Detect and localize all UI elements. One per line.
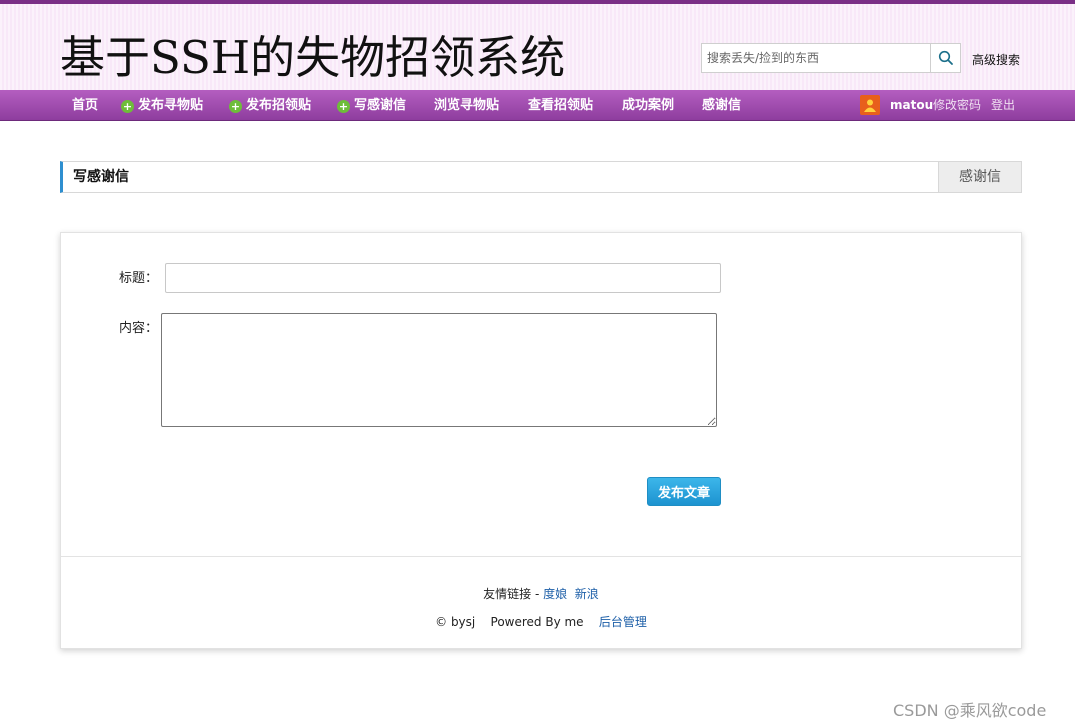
plus-icon: + (121, 100, 134, 113)
nav-thanks-letters[interactable]: 感谢信 (702, 90, 741, 121)
user-name[interactable]: matou (890, 90, 933, 121)
search-button[interactable] (930, 44, 960, 72)
nav-post-found[interactable]: + 发布招领贴 (229, 90, 311, 121)
logout-link[interactable]: 登出 (991, 90, 1015, 121)
nav-write-thanks[interactable]: + 写感谢信 (337, 90, 406, 121)
title-label: 标题： (119, 271, 159, 286)
nav-home[interactable]: 首页 (72, 90, 98, 121)
powered-by-text: Powered By me (490, 615, 584, 629)
section-bar: 写感谢信 感谢信 (60, 161, 1022, 193)
section-title: 写感谢信 (73, 169, 129, 185)
plus-icon: + (229, 100, 242, 113)
copyright-text: © bysj (435, 615, 476, 629)
user-avatar[interactable] (860, 95, 880, 115)
tab-thanks-letters[interactable]: 感谢信 (938, 162, 1021, 192)
header: 基于SSH的失物招领系统 高级搜索 (0, 4, 1075, 90)
publish-button[interactable]: 发布文章 (647, 477, 721, 506)
search-box (701, 43, 961, 73)
admin-link[interactable]: 后台管理 (599, 615, 647, 629)
title-input[interactable] (165, 263, 721, 293)
site-title: 基于SSH的失物招领系统 (60, 31, 566, 84)
search-icon (938, 50, 953, 65)
change-password-link[interactable]: 修改密码 (933, 90, 981, 121)
friend-links: 友情链接 - 度娘 新浪 (61, 585, 1021, 602)
content-textarea[interactable] (161, 313, 717, 427)
friend-link-sina[interactable]: 新浪 (575, 587, 599, 601)
watermark: CSDN @乘风欲code (893, 701, 1047, 720)
friend-links-label: 友情链接 - (483, 587, 544, 601)
nav-post-lost[interactable]: + 发布寻物贴 (121, 90, 203, 121)
user-avatar-icon (864, 99, 876, 112)
footer-credits: © bysj Powered By me 后台管理 (61, 613, 1021, 630)
form-panel: 标题： 内容： 发布文章 友情链接 - 度娘 新浪 © bysj Powered… (60, 232, 1022, 649)
content-label: 内容： (119, 321, 159, 336)
nav-browse-lost[interactable]: 浏览寻物贴 (434, 90, 499, 121)
plus-icon: + (337, 100, 350, 113)
nav-view-found[interactable]: 查看招领贴 (528, 90, 593, 121)
footer-divider (61, 556, 1021, 557)
search-input[interactable] (702, 44, 931, 72)
advanced-search-link[interactable]: 高级搜索 (972, 51, 1020, 68)
nav-success-cases[interactable]: 成功案例 (622, 90, 674, 121)
friend-link-baidu[interactable]: 度娘 (543, 587, 567, 601)
